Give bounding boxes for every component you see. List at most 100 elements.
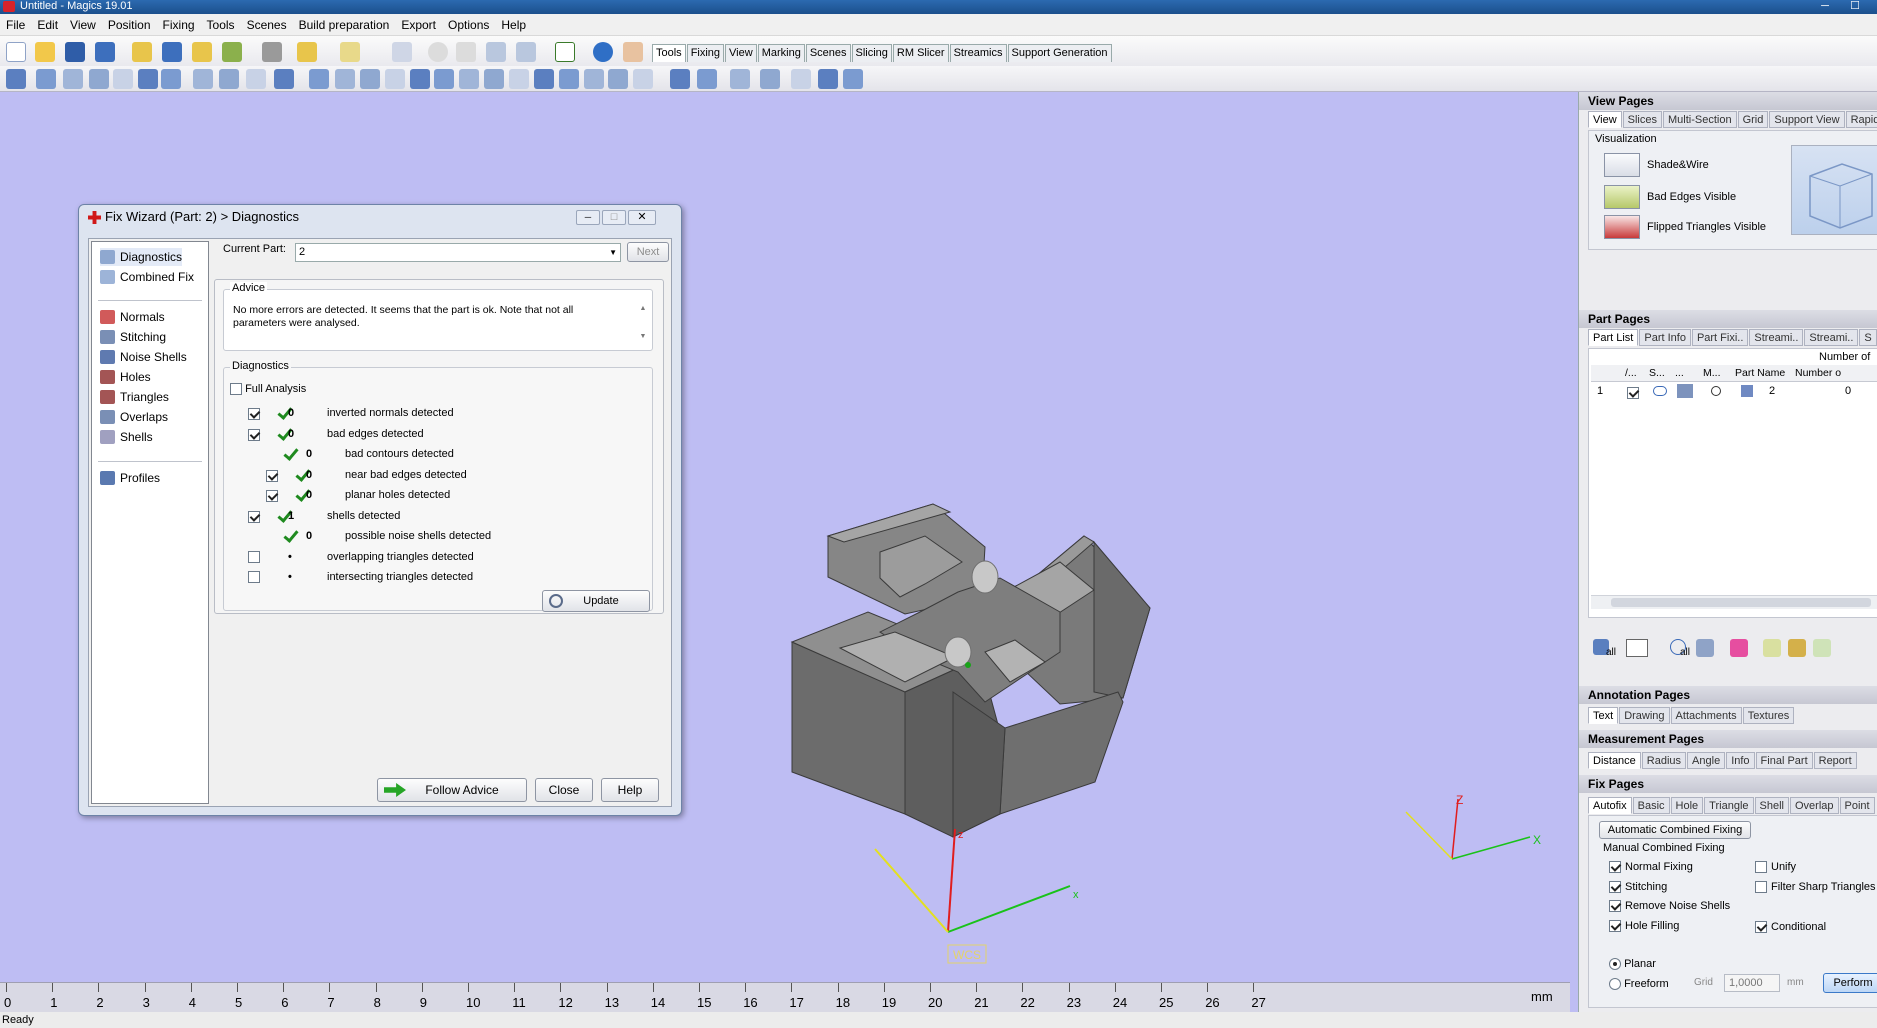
tab-support-generation[interactable]: Support Generation	[1007, 44, 1112, 62]
combine-icon[interactable]	[161, 69, 181, 89]
material-icon[interactable]	[1741, 385, 1753, 397]
tab-marking[interactable]: Marking	[757, 44, 805, 62]
section-icon[interactable]	[534, 69, 554, 89]
automatic-combined-fixing-button[interactable]: Automatic Combined Fixing	[1599, 821, 1751, 839]
fix-pages-header[interactable]: Fix Pages	[1579, 775, 1877, 793]
menu-item-help[interactable]: Help	[495, 14, 532, 36]
hand-icon[interactable]	[274, 69, 294, 89]
align-icon[interactable]	[360, 69, 380, 89]
tab-tools[interactable]: Tools	[652, 44, 686, 62]
tab-point[interactable]: Point	[1839, 797, 1875, 814]
cut-icon[interactable]	[193, 69, 213, 89]
translate-icon[interactable]	[36, 69, 56, 89]
horizontal-scrollbar[interactable]	[1591, 595, 1877, 609]
minimize-button[interactable]: ─	[1812, 0, 1838, 13]
close-button[interactable]: Close	[535, 778, 593, 802]
part-tool-icon[interactable]	[1696, 639, 1714, 657]
diagnostic-checkbox[interactable]	[248, 428, 260, 441]
frame-icon[interactable]	[633, 69, 653, 89]
nav-item-profiles[interactable]: Profiles	[100, 469, 160, 487]
flipped-triangles-icon[interactable]	[1604, 215, 1640, 239]
new-file-icon[interactable]	[6, 42, 26, 62]
tab-fixing[interactable]: Fixing	[686, 44, 725, 62]
tab-final-part[interactable]: Final Part	[1755, 752, 1813, 769]
menu-item-view[interactable]: View	[64, 14, 102, 36]
annotation-pages-header[interactable]: Annotation Pages	[1579, 686, 1877, 704]
add-part-icon[interactable]	[309, 69, 329, 89]
tab-grid[interactable]: Grid	[1737, 111, 1769, 128]
merge-icon[interactable]	[434, 69, 454, 89]
measure-icon[interactable]	[385, 69, 405, 89]
dialog-title-bar[interactable]: Fix Wizard (Part: 2) > Diagnostics ─ ☐ ✕	[79, 205, 681, 231]
nav-item-overlaps[interactable]: Overlaps	[100, 408, 168, 426]
box-icon[interactable]	[335, 69, 355, 89]
option-conditional-checkbox[interactable]: Conditional	[1755, 918, 1826, 936]
extrude-icon[interactable]	[760, 69, 780, 89]
tab-info[interactable]: Info	[1726, 752, 1755, 769]
move-icon[interactable]	[6, 69, 26, 89]
bad-edges-icon[interactable]	[1604, 185, 1640, 209]
zoom-fit-icon[interactable]	[516, 42, 536, 62]
perform-button[interactable]: Perform	[1823, 973, 1877, 993]
dialog-minimize-button[interactable]: ─	[576, 210, 600, 225]
column-header[interactable]: S...	[1649, 366, 1665, 381]
update-button[interactable]: Update	[542, 590, 650, 612]
side-view-icon[interactable]	[484, 69, 504, 89]
color-icon[interactable]	[1730, 639, 1748, 657]
menu-item-file[interactable]: File	[0, 14, 31, 36]
measurement-pages-header[interactable]: Measurement Pages	[1579, 730, 1877, 748]
tab-textures[interactable]: Textures	[1742, 707, 1795, 724]
open-folder-icon[interactable]	[35, 42, 55, 62]
help-icon[interactable]	[593, 42, 613, 62]
table-row[interactable]: 1 2 0	[1591, 383, 1877, 400]
menu-item-position[interactable]: Position	[102, 14, 157, 36]
column-header[interactable]: Part Name	[1735, 366, 1785, 381]
tab-multi-section[interactable]: Multi-Section	[1663, 111, 1737, 128]
shade-wire-icon[interactable]	[1604, 153, 1640, 177]
tab-part-list[interactable]: Part List	[1588, 329, 1639, 346]
option-remove-noise-shells-checkbox[interactable]: Remove Noise Shells	[1609, 897, 1730, 915]
diagnostic-checkbox[interactable]	[248, 571, 260, 584]
diagnostic-checkbox[interactable]	[248, 408, 260, 420]
tab-streamics[interactable]: Streamics	[949, 44, 1007, 62]
current-part-select[interactable]: 2 ▼	[295, 243, 621, 262]
tab-rapidfit[interactable]: Rapidfit	[1845, 111, 1877, 128]
undo-icon[interactable]	[297, 42, 317, 62]
rotate-icon[interactable]	[63, 69, 83, 89]
save-icon[interactable]	[65, 42, 85, 62]
print-icon[interactable]	[262, 42, 282, 62]
tab-attachments[interactable]: Attachments	[1670, 707, 1742, 724]
menu-item-fixing[interactable]: Fixing	[157, 14, 201, 36]
load-scene-icon[interactable]	[192, 42, 212, 62]
tab-radius[interactable]: Radius	[1641, 752, 1687, 769]
shell-icon[interactable]	[584, 69, 604, 89]
column-header[interactable]: M...	[1703, 366, 1721, 381]
nav-item-normals[interactable]: Normals	[100, 308, 165, 326]
maximize-button[interactable]: ☐	[1842, 0, 1868, 13]
redo-icon[interactable]	[340, 42, 360, 62]
nav-item-noise-shells[interactable]: Noise Shells	[100, 348, 187, 366]
column-header[interactable]: /...	[1625, 366, 1637, 381]
tab-basic[interactable]: Basic	[1632, 797, 1670, 814]
full-analysis-checkbox[interactable]: Full Analysis	[230, 380, 306, 398]
grid-input[interactable]: 1,0000	[1724, 974, 1780, 992]
tab-distance[interactable]: Distance	[1588, 752, 1641, 769]
zoom-icon[interactable]	[486, 42, 506, 62]
option-filter-sharp-triangles-checkbox[interactable]: Filter Sharp Triangles	[1755, 878, 1876, 896]
dialog-maximize-button[interactable]: ☐	[602, 210, 626, 225]
hollow-icon[interactable]	[791, 69, 811, 89]
tab-rm-slicer[interactable]: RM Slicer	[892, 44, 949, 62]
view-cube-icon[interactable]	[1791, 145, 1877, 235]
option-hole-filling-checkbox[interactable]: Hole Filling	[1609, 917, 1679, 935]
duplicate-icon[interactable]	[138, 69, 158, 89]
tab-part-fixi-[interactable]: Part Fixi..	[1691, 329, 1749, 346]
tab-autofix[interactable]: Autofix	[1588, 797, 1632, 814]
diagnostic-checkbox[interactable]	[248, 510, 260, 523]
follow-advice-button[interactable]: Follow Advice	[377, 778, 527, 802]
nav-item-holes[interactable]: Holes	[100, 368, 151, 386]
nav-item-diagnostics[interactable]: Diagnostics	[100, 248, 183, 266]
tab-drawing[interactable]: Drawing	[1619, 707, 1670, 724]
checklist-icon[interactable]	[555, 42, 575, 62]
tab-hole[interactable]: Hole	[1670, 797, 1704, 814]
diagnostic-checkbox[interactable]	[266, 469, 278, 482]
